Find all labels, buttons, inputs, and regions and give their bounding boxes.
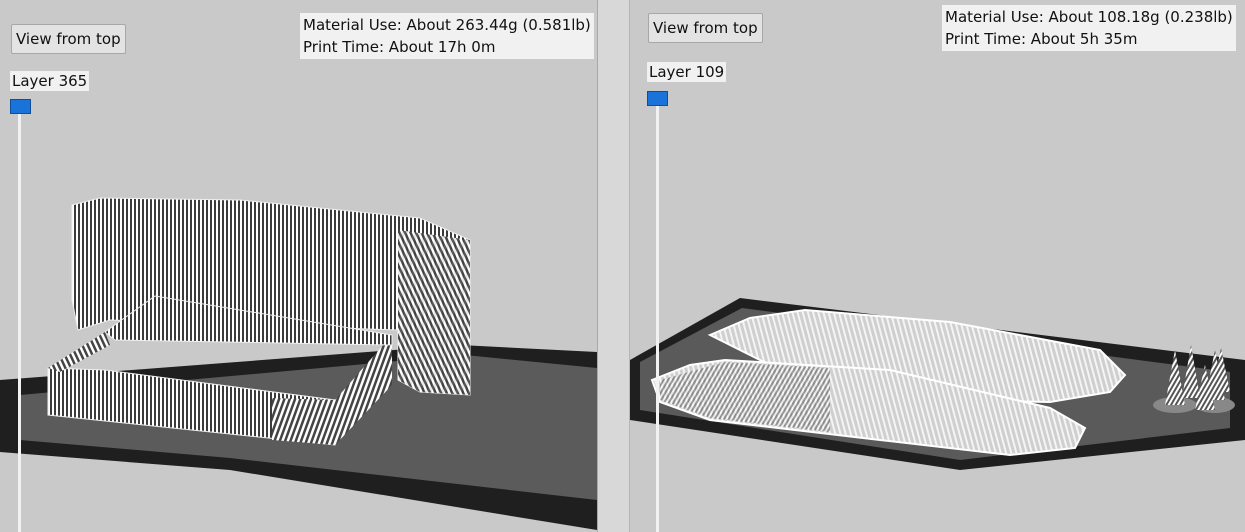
layer-number-label: Layer 109 [647,62,727,82]
view-from-top-button[interactable]: View from top [11,24,126,54]
layer-slider-handle[interactable] [647,91,668,106]
left-layer-slider-track[interactable] [18,113,21,532]
left-preview-panel: View from top Material Use: About 263.44… [0,0,597,532]
printed-box-left [48,332,110,372]
material-use-text: Material Use: About 108.18g (0.238lb) [945,8,1233,26]
panel-divider [597,0,630,532]
print-time-text: Print Time: About 5h 35m [945,30,1138,48]
layer-number-label: Layer 365 [10,71,90,91]
printed-wall-curve [398,230,470,395]
right-preview-panel: View from top Material Use: About 108.18… [630,0,1245,532]
left-3d-viewport[interactable] [0,0,597,532]
print-time-text: Print Time: About 17h 0m [303,38,496,56]
left-print-stats: Material Use: About 263.44g (0.581lb) Pr… [300,13,594,59]
printed-box-end [272,398,335,445]
material-use-text: Material Use: About 263.44g (0.581lb) [303,16,591,34]
right-layer-slider-track[interactable] [656,105,659,532]
view-from-top-button[interactable]: View from top [648,13,763,43]
right-print-stats: Material Use: About 108.18g (0.238lb) Pr… [942,5,1236,51]
layer-slider-handle[interactable] [10,99,31,114]
